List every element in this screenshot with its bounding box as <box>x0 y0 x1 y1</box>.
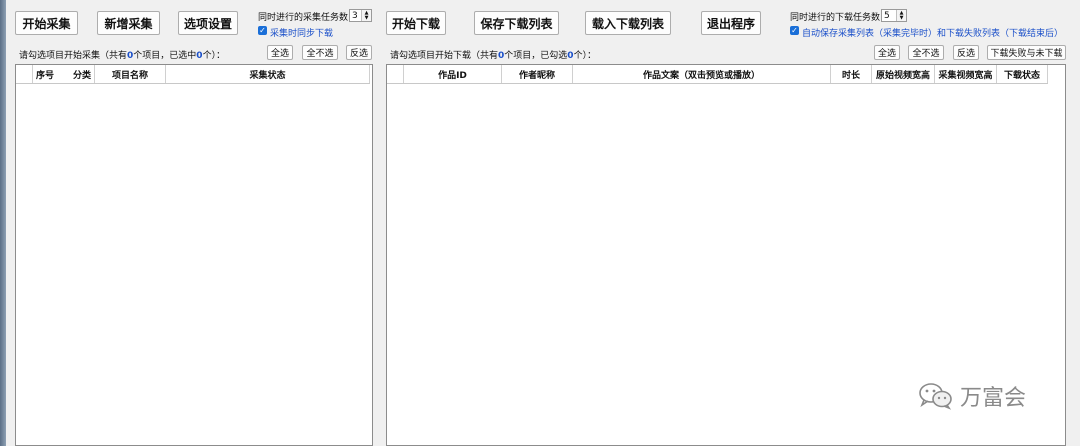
left-summary-prefix: 请勾选项目开始采集（共有 <box>19 51 128 61</box>
save-list-button[interactable]: 保存下载列表 <box>474 11 559 35</box>
options-button[interactable]: 选项设置 <box>178 11 238 35</box>
left-selection-summary: 请勾选项目开始采集（共有0个项目，已选中0个）： <box>19 48 225 61</box>
right-select-all-button[interactable]: 全选 <box>874 45 900 60</box>
download-table-header: 作品ID 作者昵称 作品文案（双击预览或播放） 时长 原始视频宽高 采集视频宽高… <box>387 65 1048 84</box>
concurrent-collect-label: 同时进行的采集任务数 <box>258 13 349 23</box>
concurrent-collect-spinner[interactable]: 3 ▲ ▼ <box>349 9 372 22</box>
exit-button[interactable]: 退出程序 <box>701 11 761 35</box>
concurrent-download-spinner[interactable]: 5 ▲ ▼ <box>881 9 907 22</box>
watermark: 万富会 <box>918 380 1026 412</box>
wechat-icon <box>919 383 952 410</box>
checkbox-column-header[interactable] <box>16 65 33 83</box>
sync-download-checkbox[interactable]: ✓ <box>258 26 267 35</box>
checkbox-column-header[interactable] <box>387 65 404 83</box>
left-summary-suffix: 个）： <box>202 51 226 61</box>
column-header-caption[interactable]: 作品文案（双击预览或播放） <box>573 65 831 83</box>
window-left-edge <box>0 0 6 446</box>
download-failed-button[interactable]: 下载失败与未下载 <box>987 45 1066 60</box>
collect-list-table[interactable]: 序号 分类 项目名称 采集状态 <box>15 64 373 446</box>
auto-save-checkbox[interactable]: ✓ <box>790 26 799 35</box>
right-summary-mid: 个项目，已勾选 <box>504 51 568 61</box>
column-header-category[interactable]: 分类 <box>73 68 91 81</box>
watermark-text: 万富会 <box>960 386 1027 411</box>
left-invert-button[interactable]: 反选 <box>346 45 372 60</box>
right-summary-suffix: 个）： <box>573 51 597 61</box>
column-header-collect-status[interactable]: 采集状态 <box>166 65 370 83</box>
left-select-all-button[interactable]: 全选 <box>267 45 293 60</box>
concurrent-download-label: 同时进行的下载任务数 <box>790 13 881 23</box>
concurrent-download-value: 5 <box>884 10 890 21</box>
right-selection-summary: 请勾选项目开始下载（共有0个项目，已勾选0个）： <box>390 48 596 61</box>
right-select-none-button[interactable]: 全不选 <box>908 45 944 60</box>
column-header-download-status[interactable]: 下载状态 <box>997 65 1048 83</box>
left-summary-mid: 个项目，已选中 <box>133 51 197 61</box>
column-header-work-id[interactable]: 作品ID <box>404 65 502 83</box>
right-summary-prefix: 请勾选项目开始下载（共有 <box>390 51 499 61</box>
column-header-collected-resolution[interactable]: 采集视频宽高 <box>935 65 997 83</box>
column-header-original-resolution[interactable]: 原始视频宽高 <box>872 65 935 83</box>
right-invert-button[interactable]: 反选 <box>953 45 979 60</box>
concurrent-collect-value: 3 <box>352 10 358 21</box>
auto-save-label: 自动保存采集列表（采集完毕时）和下载失败列表（下载结束后） <box>802 29 1064 39</box>
column-header-duration[interactable]: 时长 <box>831 65 872 83</box>
column-header-index[interactable]: 序号 <box>36 68 54 81</box>
column-header-project-name[interactable]: 项目名称 <box>95 65 166 83</box>
start-collect-button[interactable]: 开始采集 <box>15 11 78 35</box>
start-download-button[interactable]: 开始下载 <box>386 11 446 35</box>
spinner-arrows-icon[interactable]: ▲ ▼ <box>361 10 371 21</box>
load-list-button[interactable]: 载入下载列表 <box>585 11 671 35</box>
sync-download-label: 采集时同步下载 <box>270 29 334 39</box>
column-header-author-nickname[interactable]: 作者昵称 <box>502 65 573 83</box>
left-select-none-button[interactable]: 全不选 <box>302 45 338 60</box>
collect-table-header: 序号 分类 项目名称 采集状态 <box>16 65 370 84</box>
column-header-index-category[interactable]: 序号 分类 <box>33 65 95 83</box>
add-collect-button[interactable]: 新增采集 <box>97 11 160 35</box>
spinner-arrows-icon[interactable]: ▲ ▼ <box>896 10 906 21</box>
